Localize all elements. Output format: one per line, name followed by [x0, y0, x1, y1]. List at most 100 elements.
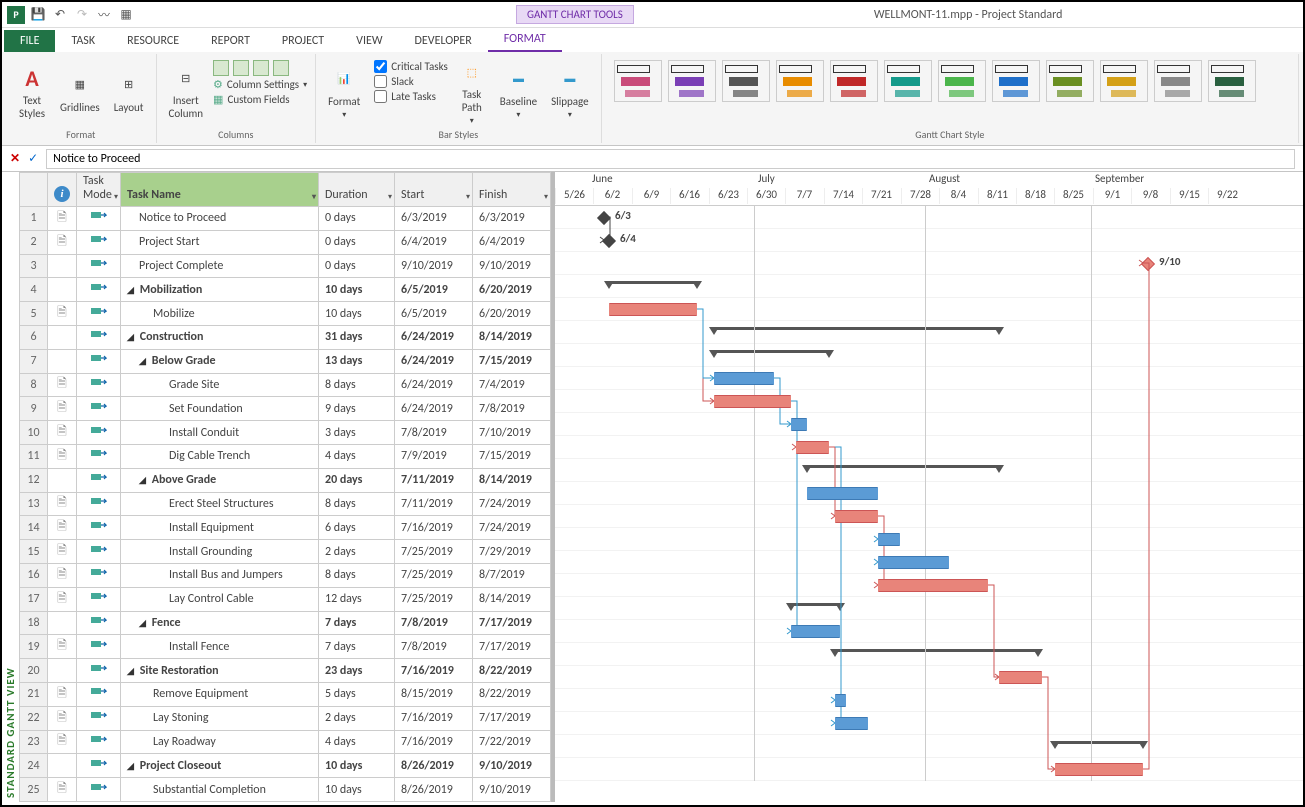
task-bar[interactable] [807, 487, 878, 500]
cancel-icon[interactable]: ✕ [10, 151, 20, 166]
align-left-button[interactable] [213, 60, 307, 76]
gantt-row[interactable] [555, 551, 1303, 574]
style-swatch[interactable] [614, 60, 662, 102]
task-bar[interactable] [791, 625, 840, 638]
table-row[interactable]: 9 🗎 Set Foundation 9 days 6/24/2019 7/8/… [20, 397, 551, 421]
collapse-icon[interactable]: ◢ [139, 618, 149, 629]
gantt-row[interactable] [555, 413, 1303, 436]
entry-bar[interactable] [46, 149, 1295, 169]
task-bar[interactable] [1055, 763, 1143, 776]
table-row[interactable]: 24 ◢ Project Closeout 10 days 8/26/2019 … [20, 754, 551, 778]
style-swatch[interactable] [884, 60, 932, 102]
gantt-row[interactable] [555, 482, 1303, 505]
slippage-button[interactable]: ▬Slippage▾ [547, 56, 593, 128]
tab-report[interactable]: REPORT [195, 30, 266, 52]
collapse-icon[interactable]: ◢ [139, 356, 149, 367]
task-bar[interactable] [714, 372, 774, 385]
task-bar[interactable] [791, 418, 807, 431]
summary-bar[interactable] [714, 350, 829, 359]
style-swatch[interactable] [668, 60, 716, 102]
table-row[interactable]: 11 🗎 Dig Cable Trench 4 days 7/9/2019 7/… [20, 444, 551, 468]
gantt-row[interactable] [555, 689, 1303, 712]
table-row[interactable]: 3 Project Complete 0 days 9/10/2019 9/10… [20, 254, 551, 278]
gantt-row[interactable] [555, 666, 1303, 689]
table-row[interactable]: 20 ◢ Site Restoration 23 days 7/16/2019 … [20, 659, 551, 683]
style-swatch[interactable] [1046, 60, 1094, 102]
gantt-row[interactable]: 6/4 [555, 229, 1303, 252]
style-swatch[interactable] [1154, 60, 1202, 102]
tab-view[interactable]: VIEW [340, 30, 398, 52]
task-bar[interactable] [878, 533, 900, 546]
summary-bar[interactable] [714, 327, 999, 336]
task-bar[interactable] [835, 717, 868, 730]
task-bar[interactable] [878, 556, 949, 569]
text-styles-button[interactable]: AText Styles [14, 56, 50, 128]
table-row[interactable]: 6 ◢ Construction 31 days 6/24/2019 8/14/… [20, 325, 551, 349]
accept-icon[interactable]: ✓ [28, 151, 38, 166]
task-bar[interactable] [835, 694, 846, 707]
milestone[interactable] [602, 234, 616, 248]
table-row[interactable]: 17 🗎 Lay Control Cable 12 days 7/25/2019… [20, 587, 551, 611]
summary-bar[interactable] [835, 649, 1038, 658]
table-row[interactable]: 19 🗎 Install Fence 7 days 7/8/2019 7/17/… [20, 635, 551, 659]
milestone[interactable] [597, 211, 611, 225]
gantt-row[interactable] [555, 597, 1303, 620]
gantt-row[interactable] [555, 528, 1303, 551]
task-bar[interactable] [796, 441, 829, 454]
gantt-row[interactable] [555, 735, 1303, 758]
insert-column-button[interactable]: ⊟Insert Column [165, 56, 208, 128]
tab-task[interactable]: TASK [55, 30, 111, 52]
format-button[interactable]: 📊Format▾ [324, 56, 364, 128]
tab-file[interactable]: FILE [4, 30, 55, 52]
table-row[interactable]: 2 🗎 Project Start 0 days 6/4/2019 6/4/20… [20, 230, 551, 254]
gantt-row[interactable]: 9/10 [555, 252, 1303, 275]
style-swatch[interactable] [938, 60, 986, 102]
table-row[interactable]: 16 🗎 Install Bus and Jumpers 8 days 7/25… [20, 563, 551, 587]
table-row[interactable]: 21 🗎 Remove Equipment 5 days 8/15/2019 8… [20, 682, 551, 706]
table-row[interactable]: 7 ◢ Below Grade 13 days 6/24/2019 7/15/2… [20, 349, 551, 373]
gantt-row[interactable] [555, 505, 1303, 528]
table-row[interactable]: 13 🗎 Erect Steel Structures 8 days 7/11/… [20, 492, 551, 516]
layout-button[interactable]: ⊞Layout [110, 56, 148, 128]
table-row[interactable]: 5 🗎 Mobilize 10 days 6/5/2019 6/20/2019 [20, 302, 551, 326]
gantt-row[interactable] [555, 344, 1303, 367]
gantt-row[interactable] [555, 298, 1303, 321]
collapse-icon[interactable]: ◢ [127, 761, 137, 772]
table-row[interactable]: 12 ◢ Above Grade 20 days 7/11/2019 8/14/… [20, 468, 551, 492]
style-swatch[interactable] [830, 60, 878, 102]
table-row[interactable]: 8 🗎 Grade Site 8 days 6/24/2019 7/4/2019 [20, 373, 551, 397]
table-row[interactable]: 22 🗎 Lay Stoning 2 days 7/16/2019 7/17/2… [20, 706, 551, 730]
gantt-row[interactable]: 6/3 [555, 206, 1303, 229]
gantt-row[interactable] [555, 436, 1303, 459]
collapse-icon[interactable]: ◢ [127, 285, 137, 296]
undo-icon[interactable]: ↶ [50, 5, 70, 25]
collapse-icon[interactable]: ◢ [127, 666, 137, 677]
gridlines-button[interactable]: ▦Gridlines [56, 56, 104, 128]
gantt-row[interactable] [555, 321, 1303, 344]
style-swatch[interactable] [722, 60, 770, 102]
table-row[interactable]: 1 🗎 Notice to Proceed 0 days 6/3/2019 6/… [20, 207, 551, 231]
gantt-row[interactable] [555, 275, 1303, 298]
critical-tasks-checkbox[interactable]: Critical Tasks [374, 60, 447, 73]
gantt-row[interactable] [555, 758, 1303, 781]
tab-project[interactable]: PROJECT [266, 30, 340, 52]
tab-resource[interactable]: RESOURCE [111, 30, 195, 52]
style-swatch[interactable] [1208, 60, 1256, 102]
task-table[interactable]: i Task Mode▾ Task Name▾ Duration▾ Start▾… [19, 172, 551, 802]
custom-fields-button[interactable]: ▦Custom Fields [213, 93, 307, 106]
task-bar[interactable] [835, 510, 878, 523]
summary-bar[interactable] [791, 603, 840, 612]
activity-icon[interactable]: 〰 [94, 5, 114, 25]
tab-developer[interactable]: DEVELOPER [399, 30, 488, 52]
milestone[interactable] [1141, 257, 1155, 271]
late-tasks-checkbox[interactable]: Late Tasks [374, 90, 447, 103]
style-swatch[interactable] [992, 60, 1040, 102]
gantt-row[interactable] [555, 390, 1303, 413]
summary-bar[interactable] [609, 281, 697, 290]
gantt-row[interactable] [555, 643, 1303, 666]
style-swatch[interactable] [1100, 60, 1148, 102]
table-row[interactable]: 15 🗎 Install Grounding 2 days 7/25/2019 … [20, 540, 551, 564]
task-bar[interactable] [878, 579, 988, 592]
task-bar[interactable] [609, 303, 697, 316]
slack-checkbox[interactable]: Slack [374, 75, 447, 88]
